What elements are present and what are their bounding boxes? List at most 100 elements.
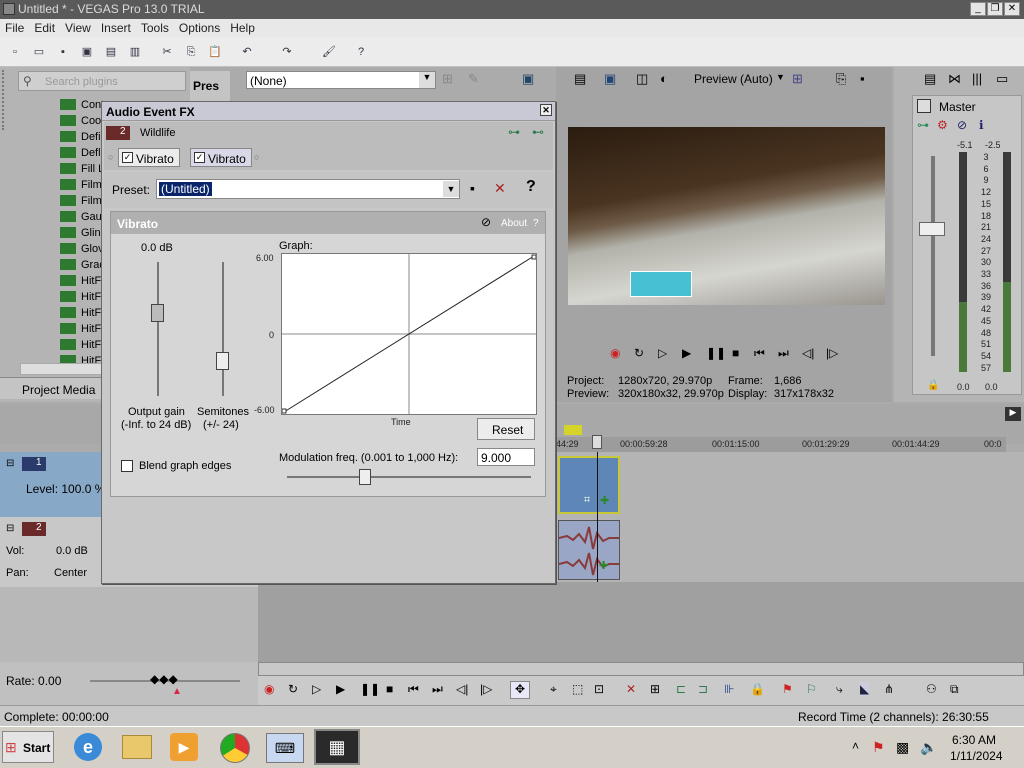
playhead-handle[interactable] xyxy=(592,435,602,449)
timeline-scrollbar[interactable] xyxy=(258,662,1024,676)
enable-checkbox[interactable]: ✓ xyxy=(122,152,133,163)
zoom-tool-icon[interactable]: ⊡ xyxy=(594,682,604,696)
reset-button[interactable]: Reset xyxy=(477,418,535,440)
prev-frame-icon[interactable]: ◁| xyxy=(802,346,814,360)
lock-envelopes-icon[interactable]: ⚇ xyxy=(926,682,937,696)
meters-icon[interactable]: ||| xyxy=(972,71,982,86)
render-icon[interactable]: ▤ xyxy=(102,43,120,61)
mixer-properties-icon[interactable]: ▤ xyxy=(924,71,936,87)
collapse-icon[interactable]: ⊟ xyxy=(6,523,14,534)
region-icon[interactable]: ⚐ xyxy=(806,682,817,696)
explorer-icon[interactable] xyxy=(122,735,152,759)
record-icon[interactable]: ◉ xyxy=(610,346,620,360)
on-screen-keyboard-icon[interactable]: ⌨ xyxy=(266,733,304,763)
pause-icon[interactable]: ❚❚ xyxy=(360,682,380,696)
timeline-menu-icon[interactable]: ▶ xyxy=(1005,407,1021,421)
delete-preset-icon[interactable]: ✕ xyxy=(494,180,506,197)
crop-icon[interactable]: ⌗ xyxy=(584,494,590,507)
start-button[interactable]: ⊞ Start xyxy=(2,731,54,763)
collapse-icon[interactable]: ⊟ xyxy=(6,458,14,469)
preview-quality-dropdown[interactable]: Preview (Auto) xyxy=(694,72,773,86)
ie-icon[interactable]: e xyxy=(74,733,102,761)
grid-icon[interactable]: ⊞ xyxy=(792,71,803,87)
whats-this-icon[interactable]: ? xyxy=(352,43,370,61)
enable-checkbox[interactable]: ✓ xyxy=(194,152,205,163)
selection-tool-icon[interactable]: ⬚ xyxy=(572,682,583,696)
volume-icon[interactable]: 🔈 xyxy=(920,739,937,756)
new-icon[interactable]: ▫ xyxy=(6,43,24,61)
show-hidden-icons-icon[interactable]: ˄ xyxy=(852,739,859,753)
lock-icon[interactable]: 🔒 xyxy=(750,682,765,696)
minimize-button[interactable]: _ xyxy=(970,2,986,16)
delete-icon[interactable]: ✕ xyxy=(626,682,636,696)
trim-icon[interactable]: ⊞ xyxy=(650,682,660,696)
overlays-icon[interactable]: ◐ xyxy=(660,71,668,86)
blend-edges-checkbox[interactable] xyxy=(121,460,133,472)
trim-end-icon[interactable]: ⊐ xyxy=(698,682,708,696)
preset-dropdown[interactable]: (None) ▼ xyxy=(246,71,436,89)
envelope-tool-icon[interactable]: ⌖ xyxy=(550,682,557,697)
go-to-start-icon[interactable]: ⏮ xyxy=(754,346,765,361)
play-from-start-icon[interactable]: ▷ xyxy=(658,346,667,360)
media-player-icon[interactable]: ▶ xyxy=(170,733,198,761)
preset-field[interactable]: (Untitled) ▼ xyxy=(156,179,460,199)
about-help-link[interactable]: ? xyxy=(533,218,539,229)
play-icon[interactable]: ▶ xyxy=(682,346,691,360)
redo-icon[interactable]: ↷ xyxy=(278,43,296,61)
time-ruler[interactable]: 44:29 00:00:59:28 00:01:15:00 00:01:29:2… xyxy=(556,437,1006,453)
audio-clip[interactable]: ✚ xyxy=(558,520,620,580)
menu-file[interactable]: File xyxy=(0,19,29,37)
chain-item-vibrato-1[interactable]: ✓ Vibrato xyxy=(118,148,180,167)
split-icon[interactable]: ⊪ xyxy=(724,682,734,696)
action-center-icon[interactable]: ⚑ xyxy=(872,739,885,756)
output-gain-slider[interactable] xyxy=(151,304,164,322)
rate-slider-handle[interactable]: ◆◆◆ xyxy=(150,672,178,686)
chrome-icon[interactable] xyxy=(220,733,250,763)
trim-start-icon[interactable]: ⊏ xyxy=(676,682,686,696)
marker-icon[interactable]: ⚑ xyxy=(782,682,793,696)
mute-icon[interactable]: ⊘ xyxy=(957,118,967,132)
go-to-end-icon[interactable]: ⏭ xyxy=(778,346,789,361)
pause-icon[interactable]: ❚❚ xyxy=(706,346,726,360)
vibrato-graph[interactable] xyxy=(281,253,537,415)
vegas-taskbar-icon[interactable]: ▦ xyxy=(314,729,360,765)
gear-icon[interactable]: ⚙ xyxy=(937,118,948,132)
auto-ripple-icon[interactable]: ⤷ xyxy=(836,682,843,697)
fx-icon[interactable]: ✚ xyxy=(599,559,608,572)
go-to-end-icon[interactable]: ⏭ xyxy=(432,682,443,697)
properties-icon[interactable]: ▥ xyxy=(126,43,144,61)
fx-chain-icon[interactable]: ⊶ xyxy=(917,118,929,132)
undo-icon[interactable]: ↶ xyxy=(238,43,256,61)
downmix-icon[interactable]: ⋈ xyxy=(948,71,961,87)
brush-icon[interactable]: 🖌 xyxy=(320,43,338,61)
search-box[interactable]: ⚲ Search plugins xyxy=(18,71,186,91)
loop-icon[interactable]: ↻ xyxy=(288,682,298,696)
next-frame-icon[interactable]: |▷ xyxy=(480,682,492,696)
menu-view[interactable]: View xyxy=(60,19,96,37)
menu-insert[interactable]: Insert xyxy=(96,19,136,37)
semitones-slider[interactable] xyxy=(216,352,229,370)
open-icon[interactable]: ▭ xyxy=(30,43,48,61)
pencil-icon[interactable]: ✎ xyxy=(468,71,479,87)
stop-icon[interactable]: ■ xyxy=(732,346,739,360)
normal-edit-tool-icon[interactable]: ✥ xyxy=(510,681,530,699)
play-from-start-icon[interactable]: ▷ xyxy=(312,682,321,696)
cut-icon[interactable]: ✂ xyxy=(158,43,176,61)
auto-crossfade-icon[interactable]: ⋔ xyxy=(884,682,894,696)
enable-snapping-icon[interactable]: ◣ xyxy=(860,682,870,696)
chain-item-vibrato-2[interactable]: ✓ Vibrato xyxy=(190,148,252,167)
monitor-icon[interactable]: ▣ xyxy=(522,71,534,87)
copy-icon[interactable]: ⎘ xyxy=(182,43,200,61)
network-icon[interactable]: ▩ xyxy=(896,739,909,756)
save-as-icon[interactable]: ▣ xyxy=(78,43,96,61)
menu-options[interactable]: Options xyxy=(174,19,225,37)
split-screen-icon[interactable]: ◫ xyxy=(636,71,648,87)
menu-help[interactable]: Help xyxy=(225,19,260,37)
fx-icon[interactable]: ✚ xyxy=(600,494,609,507)
plugin-chain-icon[interactable]: ⊶ xyxy=(508,125,520,139)
dialog-close-button[interactable]: ✕ xyxy=(540,104,552,116)
about-link[interactable]: About xyxy=(501,218,527,229)
video-clip[interactable]: ⌗ ✚ xyxy=(558,456,620,514)
save-snapshot-icon[interactable]: ▪ xyxy=(860,71,865,86)
lock-icon[interactable]: 🔒 xyxy=(927,380,939,391)
